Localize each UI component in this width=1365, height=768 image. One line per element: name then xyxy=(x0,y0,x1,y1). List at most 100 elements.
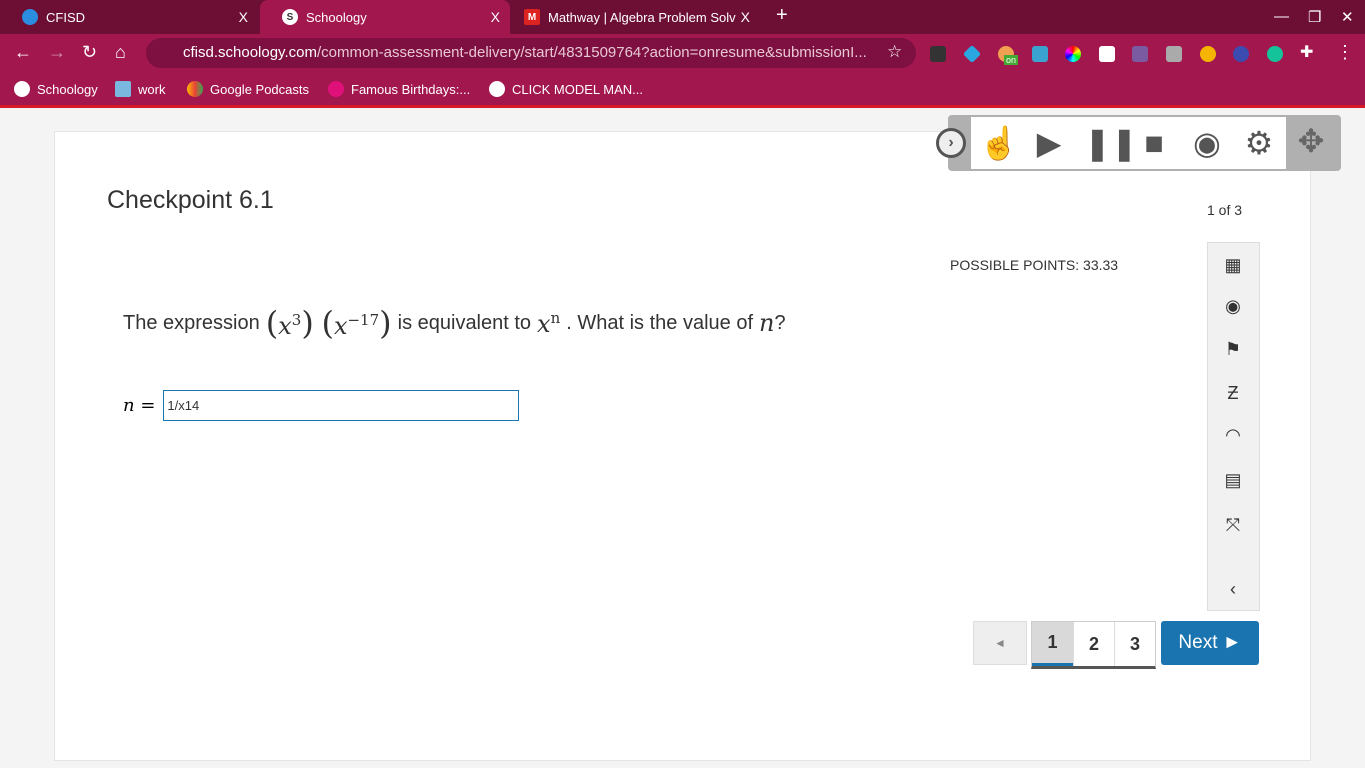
question-count: 1 of 3 xyxy=(1207,202,1243,218)
close-icon[interactable]: X xyxy=(741,9,750,25)
extension-icon[interactable] xyxy=(962,44,982,64)
fullscreen-icon[interactable]: ⤧ xyxy=(1223,515,1243,535)
circle-icon xyxy=(489,81,505,97)
extension-icon[interactable] xyxy=(930,46,946,62)
assessment-card: Checkpoint 6.1 1 of 3 POSSIBLE POINTS: 3… xyxy=(54,131,1311,761)
stop-icon[interactable]: ■ xyxy=(1136,125,1172,161)
bookmark-famous-birthdays[interactable]: Famous Birthdays:... xyxy=(328,81,470,97)
minimize-icon[interactable]: — xyxy=(1274,8,1289,25)
bookmark-work[interactable]: work xyxy=(115,81,165,97)
pagination: ◄ 1 2 3 xyxy=(973,621,1156,669)
close-icon[interactable]: X xyxy=(239,9,248,25)
move-icon[interactable]: ✥ xyxy=(1293,123,1329,159)
tab-label: CFISD xyxy=(46,9,85,25)
page-2-button[interactable]: 2 xyxy=(1073,622,1114,666)
schoology-icon: S xyxy=(282,9,298,25)
math-var: n xyxy=(759,309,775,337)
extension-badge: on xyxy=(1004,55,1019,65)
podcasts-icon xyxy=(187,81,203,97)
settings-icon[interactable]: ⚙ xyxy=(1241,125,1277,161)
flag-icon[interactable]: ⚑ xyxy=(1223,339,1243,359)
reload-icon[interactable]: ↻ xyxy=(82,42,97,63)
play-icon[interactable]: ▶ xyxy=(1031,125,1067,161)
tool-sidebar: ▦ ◉ ⚑ Ƶ ◠ ▤ ⤧ ‹ xyxy=(1207,242,1260,611)
restore-icon[interactable]: ❐ xyxy=(1308,8,1321,26)
protractor-icon[interactable]: ◠ xyxy=(1223,425,1243,445)
address-bar[interactable]: cfisd.schoology.com/common-assessment-de… xyxy=(146,38,916,68)
tab-mathway[interactable]: M Mathway | Algebra Problem Solv X xyxy=(502,0,760,34)
question-prefix: The expression xyxy=(123,311,260,334)
grammarly-icon[interactable] xyxy=(1267,46,1283,62)
monitor-icon xyxy=(115,81,131,97)
page-1-button[interactable]: 1 xyxy=(1032,622,1073,666)
puzzle-icon[interactable]: ✚ xyxy=(1300,42,1313,62)
math-var: x xyxy=(333,312,348,340)
star-icon xyxy=(328,81,344,97)
close-window-icon[interactable]: ✕ xyxy=(1341,8,1354,26)
bookmark-schoology[interactable]: Schoology xyxy=(14,81,98,97)
page-3-button[interactable]: 3 xyxy=(1114,622,1155,666)
math-term: xn xyxy=(537,309,560,338)
question-text: The expression (x3) (x−17) is equivalent… xyxy=(123,304,786,342)
question-end: ? xyxy=(774,311,786,334)
cfisd-icon xyxy=(22,9,38,25)
eye-icon[interactable]: ◉ xyxy=(1189,125,1225,161)
home-icon[interactable]: ⌂ xyxy=(115,42,126,63)
collapse-chevron-icon[interactable]: ‹ xyxy=(1223,579,1243,599)
bookmark-label: Famous Birthdays:... xyxy=(351,81,471,97)
pdf-extension-icon[interactable] xyxy=(1132,46,1148,62)
exponent: −17 xyxy=(347,311,380,329)
accessibility-icon[interactable]: ◉ xyxy=(1223,296,1243,316)
bookmark-label: Schoology xyxy=(37,81,98,97)
readspeaker-toolbar: › ☝ ▶ ❚❚ ■ ◉ ⚙ ✥ xyxy=(936,115,1341,171)
math-var: x xyxy=(278,312,292,340)
eliminate-answer-icon[interactable]: Ƶ xyxy=(1223,383,1243,403)
exponent: n xyxy=(550,308,561,327)
answer-row: n = xyxy=(123,390,520,421)
menu-icon[interactable]: ⋮ xyxy=(1336,42,1354,63)
mathway-icon: M xyxy=(524,9,540,25)
extension-icon[interactable] xyxy=(1065,46,1081,62)
math-var: x xyxy=(537,309,551,338)
bookmark-star-icon[interactable]: ☆ xyxy=(887,42,902,62)
notepad-icon[interactable]: ▤ xyxy=(1223,470,1243,490)
bookmark-label: work xyxy=(138,81,166,97)
bookmark-label: CLICK MODEL MAN... xyxy=(512,81,643,97)
tab-schoology[interactable]: S Schoology X xyxy=(260,0,510,34)
pause-icon[interactable]: ❚❚ xyxy=(1084,125,1138,161)
page-title: Checkpoint 6.1 xyxy=(107,186,274,214)
question-suffix: . What is the value of xyxy=(566,311,754,334)
tab-bar: CFISD X S Schoology X M Mathway | Algebra Pr… xyxy=(0,0,1365,34)
tab-label: Mathway | Algebra Problem Solv xyxy=(548,9,736,25)
url-host: cfisd.schoology.com xyxy=(183,44,317,61)
answer-input[interactable] xyxy=(163,390,520,421)
point-hand-icon[interactable]: ☝ xyxy=(979,125,1019,161)
browser-toolbar: ← → ↻ ⌂ cfisd.schoology.com/common-asses… xyxy=(0,34,1365,72)
readspeaker-buttons: ☝ ▶ ❚❚ ■ ◉ ⚙ xyxy=(971,117,1286,169)
extension-icon[interactable] xyxy=(1233,46,1249,62)
extension-icon[interactable] xyxy=(1099,46,1115,62)
tab-cfisd[interactable]: CFISD X xyxy=(0,0,258,34)
tab-label: Schoology xyxy=(306,9,367,25)
extension-icon[interactable]: on xyxy=(998,46,1019,65)
question-mid: is equivalent to xyxy=(397,311,532,334)
possible-points: POSSIBLE POINTS: 33.33 xyxy=(950,257,1119,273)
extension-icon[interactable] xyxy=(1200,46,1216,62)
back-icon[interactable]: ← xyxy=(14,42,32,63)
forward-icon[interactable]: → xyxy=(48,42,66,63)
exponent: 3 xyxy=(291,311,302,329)
calculator-icon[interactable]: ▦ xyxy=(1223,255,1243,275)
bookmark-google-podcasts[interactable]: Google Podcasts xyxy=(187,81,309,97)
math-term: (x3) (x−17) xyxy=(265,304,392,342)
bookmarks-bar: Schoology work Google Podcasts Famous Bi… xyxy=(0,72,1365,108)
close-icon[interactable]: X xyxy=(491,9,500,25)
extension-icon[interactable] xyxy=(1166,46,1182,62)
bookmark-click-model[interactable]: CLICK MODEL MAN... xyxy=(489,81,643,97)
next-button[interactable]: Next ► xyxy=(1161,621,1259,665)
schoology-icon xyxy=(14,81,30,97)
prev-button[interactable]: ◄ xyxy=(973,621,1027,665)
answer-label: n = xyxy=(123,395,156,416)
new-tab-button[interactable]: + xyxy=(776,4,788,27)
extension-icon[interactable] xyxy=(1032,46,1048,62)
expand-chevron-icon[interactable]: › xyxy=(936,128,966,158)
